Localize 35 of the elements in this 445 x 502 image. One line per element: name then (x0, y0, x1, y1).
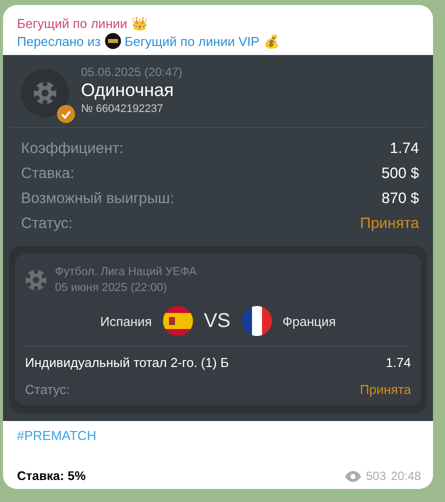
channel-name[interactable]: Бегущий по линии (17, 16, 128, 30)
crown-emoji: 👑 (131, 16, 148, 30)
home-team: Испания (100, 314, 152, 328)
away-team: Франция (282, 314, 336, 328)
france-flag-icon (240, 305, 272, 337)
football-icon (33, 81, 57, 105)
detail-value: 870 $ (381, 190, 419, 207)
view-count: 503 (366, 469, 386, 483)
bet-type: Одиночная (81, 80, 175, 101)
event-date: 05 июня 2025 (22:00) (55, 281, 168, 296)
football-icon (25, 269, 47, 291)
status-label: Статус: (25, 382, 70, 397)
detail-value: 1.74 (390, 140, 419, 157)
money-bag-emoji: 💰 (263, 34, 280, 48)
detail-value: 500 $ (381, 165, 419, 182)
league-name: Футбол. Лига Наций УЕФА (55, 265, 197, 280)
status-value: Принята (360, 382, 411, 397)
bet-number: № 66042192237 (81, 103, 164, 115)
forwarded-label: Переслано из (17, 34, 101, 48)
channel-avatar-icon (104, 33, 121, 49)
detail-label: Ставка: (21, 165, 74, 182)
detail-label: Статус: (21, 215, 73, 232)
detail-label: Коэффициент: (21, 140, 124, 157)
eye-icon (344, 470, 361, 482)
message-time: 20:48 (390, 469, 421, 483)
bet-date: 05.06.2025 (20:47) (81, 65, 182, 79)
hashtag-link[interactable]: #PREMATCH (17, 428, 96, 443)
detail-value: Принята (360, 215, 419, 232)
spain-flag-icon (162, 305, 194, 337)
source-channel-link[interactable]: Бегущий по линии VIP (124, 34, 260, 48)
versus-label: VS (204, 310, 230, 332)
market-odds: 1.74 (386, 355, 411, 370)
stake-note: Ставка: 5% (17, 469, 86, 483)
market-name: Индивидуальный тотал 2-го. (1) Б (25, 355, 229, 370)
detail-label: Возможный выигрыш: (21, 190, 174, 207)
